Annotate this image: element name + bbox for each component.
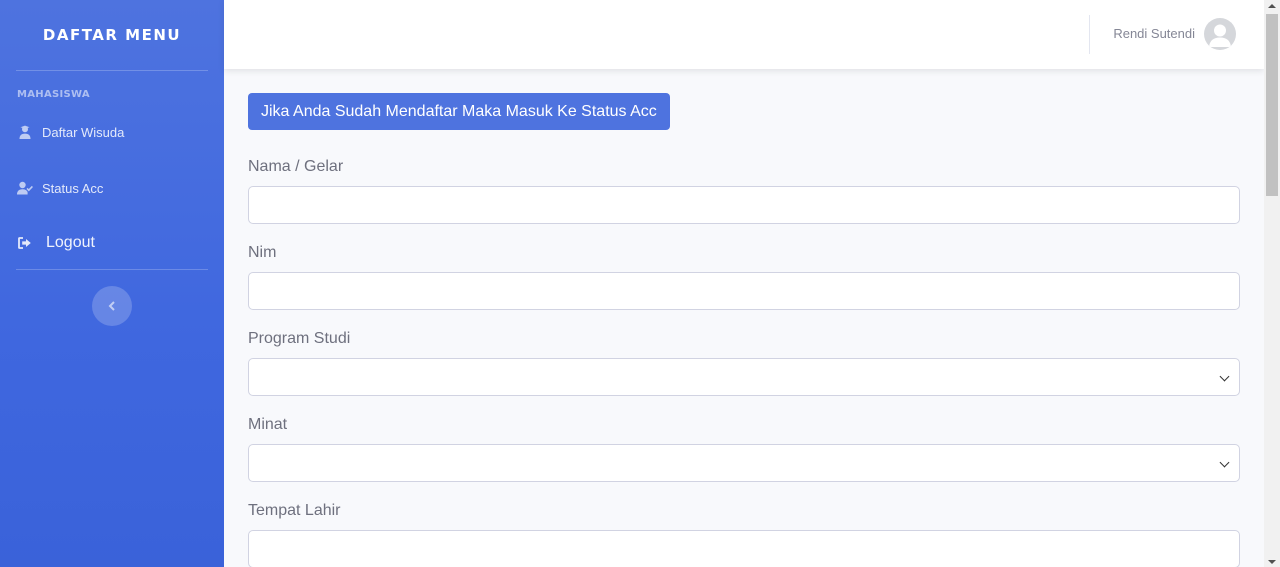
scrollbar-thumb[interactable] [1266, 14, 1278, 196]
sidebar-toggle-button[interactable] [92, 286, 132, 326]
page-scrollbar[interactable] [1264, 0, 1280, 567]
user-check-icon [17, 180, 33, 196]
sidebar-brand[interactable]: DAFTAR MENU [0, 0, 224, 70]
sidebar-item-daftar-wisuda[interactable]: Daftar Wisuda [0, 122, 224, 142]
minat-select[interactable] [248, 444, 1240, 482]
sidebar-divider [16, 269, 208, 270]
scroll-down-arrow-icon[interactable] [1268, 560, 1276, 564]
sidebar-item-label: Daftar Wisuda [42, 124, 125, 140]
program-studi-select[interactable] [248, 358, 1240, 396]
user-name[interactable]: Rendi Sutendi [1113, 26, 1195, 41]
topbar-divider [1089, 15, 1090, 54]
status-acc-button[interactable]: Jika Anda Sudah Mendaftar Maka Masuk Ke … [248, 93, 670, 130]
field-label-program-studi: Program Studi [248, 330, 351, 347]
sidebar-heading: MAHASISWA [17, 89, 90, 100]
graduate-icon [17, 124, 33, 140]
sidebar-item-label: Status Acc [42, 180, 104, 196]
nama-gelar-input[interactable] [248, 186, 1240, 224]
tempat-lahir-input[interactable] [248, 530, 1240, 567]
field-label-minat: Minat [248, 416, 288, 433]
scroll-up-arrow-icon[interactable] [1268, 4, 1276, 8]
sidebar-item-logout[interactable]: Logout [0, 232, 224, 254]
field-label-nim: Nim [248, 244, 277, 261]
field-label-tempat-lahir: Tempat Lahir [248, 502, 341, 519]
sign-out-icon [17, 235, 33, 251]
sidebar: DAFTAR MENU MAHASISWA Daftar Wisuda Stat… [0, 0, 224, 567]
nim-input[interactable] [248, 272, 1240, 310]
user-avatar-icon[interactable] [1204, 18, 1236, 50]
registration-form: Jika Anda Sudah Mendaftar Maka Masuk Ke … [248, 93, 1240, 567]
sidebar-item-label: Logout [46, 234, 95, 251]
chevron-left-icon [108, 301, 116, 311]
sidebar-item-status-acc[interactable]: Status Acc [0, 178, 224, 198]
field-label-nama-gelar: Nama / Gelar [248, 158, 344, 175]
topbar: Rendi Sutendi [224, 0, 1264, 69]
